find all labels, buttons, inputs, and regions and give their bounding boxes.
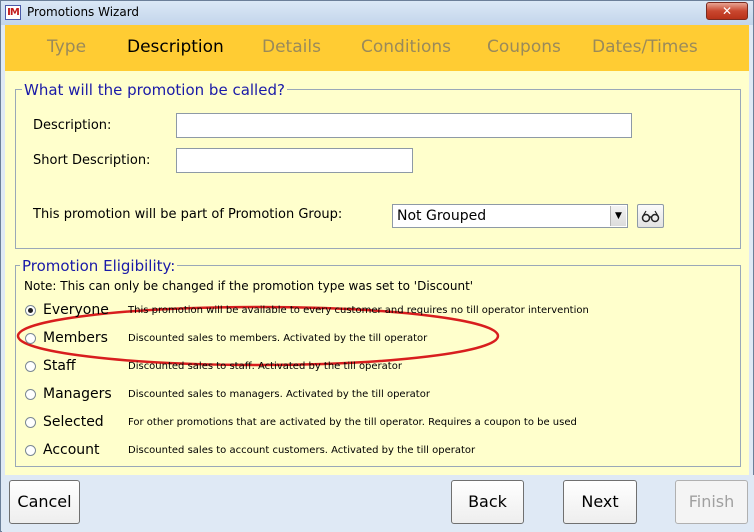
eligibility-note: Note: This can only be changed if the pr… <box>24 279 474 293</box>
radio-staff[interactable] <box>25 361 36 372</box>
wizard-tabs: Type Description Details Conditions Coup… <box>5 25 749 71</box>
tab-details[interactable]: Details <box>262 37 321 57</box>
option-desc-account: Discounted sales to account customers. A… <box>128 445 476 456</box>
option-label-members: Members <box>43 330 108 346</box>
option-desc-staff: Discounted sales to staff. Activated by … <box>128 361 402 372</box>
promotion-group-lookup-button[interactable] <box>637 204 664 228</box>
promotion-group-select[interactable]: Not Grouped ▼ <box>392 204 628 228</box>
option-label-account: Account <box>43 442 100 458</box>
description-label: Description: <box>33 118 112 133</box>
radio-account[interactable] <box>25 445 36 456</box>
window-title: Promotions Wizard <box>27 5 140 19</box>
tab-description[interactable]: Description <box>127 37 224 57</box>
tab-coupons[interactable]: Coupons <box>487 37 561 57</box>
radio-everyone[interactable] <box>25 305 36 316</box>
close-button[interactable]: ✕ <box>706 2 748 20</box>
option-desc-everyone: This promotion will be available to ever… <box>128 305 589 316</box>
naming-legend: What will the promotion be called? <box>22 81 287 99</box>
radio-selected[interactable] <box>25 417 36 428</box>
promotion-group-label: This promotion will be part of Promotion… <box>33 207 343 222</box>
wizard-footer: Cancel Back Next Finish <box>2 475 754 532</box>
glasses-icon <box>641 210 660 223</box>
option-label-staff: Staff <box>43 358 76 374</box>
tab-dates-times[interactable]: Dates/Times <box>592 37 698 57</box>
radio-managers[interactable] <box>25 389 36 400</box>
option-desc-managers: Discounted sales to managers. Activated … <box>128 389 430 400</box>
description-input[interactable] <box>176 113 632 138</box>
option-label-everyone: Everyone <box>43 302 109 318</box>
close-icon: ✕ <box>721 4 733 18</box>
short-description-input[interactable] <box>176 148 413 173</box>
title-bar: IM Promotions Wizard ✕ <box>1 1 753 25</box>
chevron-down-icon[interactable]: ▼ <box>610 206 626 226</box>
promotions-wizard-window: IM Promotions Wizard ✕ Type Description … <box>0 0 754 532</box>
option-label-managers: Managers <box>43 386 112 402</box>
tab-type[interactable]: Type <box>47 37 86 57</box>
short-description-label: Short Description: <box>33 153 151 168</box>
next-button[interactable]: Next <box>563 480 637 524</box>
option-desc-members: Discounted sales to members. Activated b… <box>128 333 428 344</box>
option-label-selected: Selected <box>43 414 104 430</box>
finish-button[interactable]: Finish <box>675 480 748 524</box>
cancel-button[interactable]: Cancel <box>9 480 80 524</box>
radio-members[interactable] <box>25 333 36 344</box>
option-desc-selected: For other promotions that are activated … <box>128 417 577 428</box>
description-page: What will the promotion be called? Descr… <box>5 71 749 475</box>
app-icon: IM <box>5 5 21 20</box>
back-button[interactable]: Back <box>451 480 524 524</box>
tab-conditions[interactable]: Conditions <box>361 37 451 57</box>
eligibility-legend: Promotion Eligibility: <box>20 257 178 275</box>
promotion-group-value: Not Grouped <box>397 208 487 224</box>
